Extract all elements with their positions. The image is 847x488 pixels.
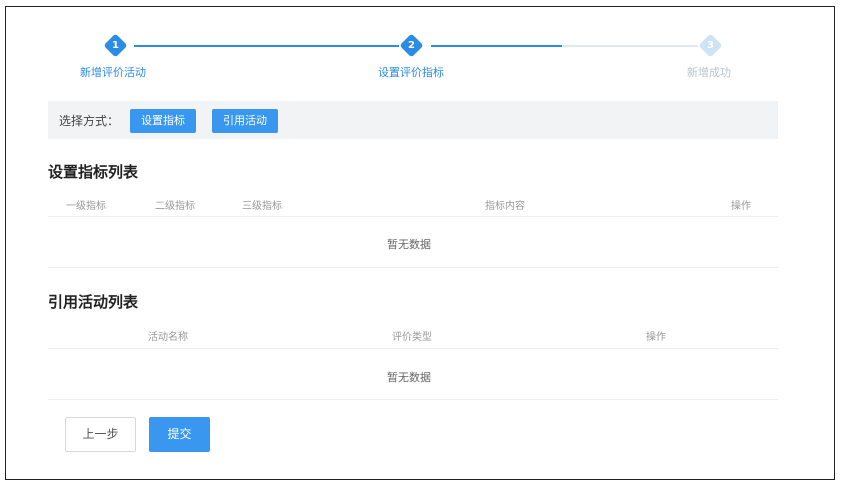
- step-progress: 1 2 3 新增评价活动 设置评价指标 新增成功: [6, 7, 836, 97]
- step-2-marker: 2: [399, 33, 424, 58]
- step-3-label: 新增成功: [687, 66, 731, 79]
- col-level1: 一级指标: [66, 201, 106, 212]
- page-frame: 1 2 3 新增评价活动 设置评价指标 新增成功 选择方式： 设置指标 引用活动…: [5, 6, 835, 480]
- indicator-empty-text: 暂无数据: [387, 238, 431, 251]
- activity-empty-text: 暂无数据: [387, 371, 431, 384]
- activity-list-title: 引用活动列表: [48, 293, 139, 311]
- step-1-marker: 1: [103, 33, 128, 58]
- step-connector-1: [134, 45, 399, 47]
- divider: [48, 399, 778, 400]
- step-3-number: 3: [707, 40, 714, 51]
- indicator-list-title: 设置指标列表: [48, 163, 139, 181]
- col-level3: 三级指标: [242, 201, 282, 212]
- step-2-number: 2: [408, 40, 415, 51]
- col-level2: 二级指标: [155, 201, 195, 212]
- set-indicator-button[interactable]: 设置指标: [130, 109, 196, 133]
- step-connector-2-done: [431, 45, 562, 47]
- col-activity-name: 活动名称: [148, 332, 188, 343]
- previous-step-button[interactable]: 上一步: [65, 417, 136, 452]
- col-content: 指标内容: [485, 201, 525, 212]
- step-connector-2-pending: [562, 45, 698, 47]
- reference-activity-button[interactable]: 引用活动: [212, 109, 278, 133]
- divider: [48, 348, 778, 349]
- selection-mode-label: 选择方式：: [59, 114, 120, 128]
- col-actions: 操作: [731, 201, 751, 212]
- col-evaluation-type: 评价类型: [392, 332, 432, 343]
- divider: [48, 216, 778, 217]
- step-1-number: 1: [112, 40, 119, 51]
- step-3-marker: 3: [698, 33, 723, 58]
- step-2-label: 设置评价指标: [378, 66, 444, 79]
- step-1-label: 新增评价活动: [80, 66, 146, 79]
- submit-button[interactable]: 提交: [149, 417, 210, 452]
- selection-mode-bar: 选择方式： 设置指标 引用活动: [48, 101, 778, 139]
- divider: [48, 267, 778, 268]
- col-activity-actions: 操作: [646, 332, 666, 343]
